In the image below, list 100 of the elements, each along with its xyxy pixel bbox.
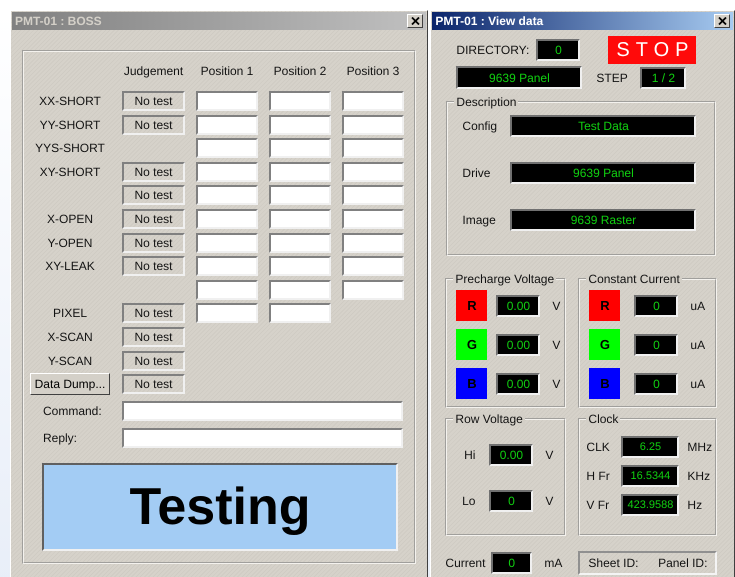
position-field[interactable]	[196, 114, 258, 135]
field-label: Hi	[463, 448, 476, 462]
judgement-cell: No test	[122, 350, 185, 371]
judgement-cell: No test	[122, 326, 185, 347]
color-channel-swatch: B	[589, 368, 620, 399]
window-title: PMT-01 : BOSS	[15, 14, 102, 28]
value-display: 0	[489, 490, 534, 512]
position-field[interactable]	[269, 280, 331, 300]
row-label: Y-OPEN	[48, 236, 92, 250]
unit-label: KHz	[687, 469, 710, 483]
column-header: Position 1	[200, 64, 254, 78]
reply-field[interactable]	[122, 428, 403, 448]
close-button[interactable]	[714, 14, 730, 28]
value-display: 423.9588	[621, 494, 680, 516]
field-label: Lo	[461, 494, 476, 508]
position-field[interactable]	[342, 162, 404, 182]
position-field[interactable]	[342, 185, 404, 206]
position-field[interactable]	[196, 256, 258, 276]
color-channel-swatch: R	[589, 290, 620, 321]
position-field[interactable]	[269, 303, 331, 324]
position-field[interactable]	[196, 138, 258, 158]
value-display: 0	[634, 372, 678, 394]
current-value: 0	[491, 552, 532, 574]
position-field[interactable]	[269, 208, 331, 229]
value-display: 0.00	[496, 334, 540, 356]
command-field[interactable]	[122, 401, 403, 422]
id-label: Panel ID:	[658, 556, 708, 570]
group-title: Clock	[586, 412, 620, 426]
field-label: Drive	[461, 166, 492, 180]
position-field[interactable]	[196, 185, 258, 206]
position-field[interactable]	[342, 91, 404, 111]
judgement-cell: No test	[122, 232, 185, 253]
row-label: PIXEL	[52, 306, 88, 320]
current-label: Current	[445, 556, 486, 570]
row-label: XX-SHORT	[39, 94, 101, 108]
position-field[interactable]	[196, 208, 258, 229]
row-label: XY-SHORT	[40, 164, 100, 179]
unit-label: mA	[544, 556, 562, 570]
row-label: Y-SCAN	[48, 354, 92, 368]
judgement-cell: No test	[122, 374, 185, 394]
position-field[interactable]	[342, 232, 404, 253]
value-display: 6.25	[621, 436, 680, 458]
step-value: 1 / 2	[640, 66, 686, 88]
position-field[interactable]	[196, 303, 258, 324]
unit-label: V	[552, 298, 560, 312]
row-label: X-SCAN	[47, 330, 93, 344]
column-header: Judgement	[122, 64, 184, 78]
row-label: YY-SHORT	[40, 118, 100, 132]
unit-label: uA	[690, 338, 706, 352]
color-channel-swatch: R	[456, 290, 488, 321]
group-title: Description	[454, 95, 518, 109]
row-label: X-OPEN	[46, 212, 93, 226]
command-label: Command:	[42, 404, 103, 418]
column-header: Position 3	[346, 64, 400, 78]
position-field[interactable]	[342, 256, 404, 276]
unit-label: uA	[690, 376, 706, 390]
window-title: PMT-01 : View data	[435, 14, 544, 28]
group-title: Precharge Voltage	[453, 272, 556, 286]
row-label: XY-LEAK	[45, 259, 95, 274]
position-field[interactable]	[269, 114, 331, 135]
stop-button[interactable]: STOP	[608, 36, 696, 64]
position-field[interactable]	[342, 280, 404, 300]
position-field[interactable]	[269, 138, 331, 158]
position-field[interactable]	[342, 114, 404, 135]
close-button[interactable]	[407, 14, 424, 28]
row-label: YYS-SHORT	[35, 141, 105, 156]
color-channel-swatch: G	[456, 329, 488, 360]
field-label: H Fr	[585, 469, 611, 483]
position-field[interactable]	[269, 162, 331, 182]
value-display: 0.00	[496, 294, 540, 316]
status-display: Testing	[42, 463, 398, 552]
judgement-cell: No test	[122, 162, 185, 182]
judgement-cell: No test	[122, 256, 185, 276]
field-label: CLK	[585, 440, 611, 454]
unit-label: V	[552, 376, 560, 390]
position-field[interactable]	[196, 91, 258, 111]
color-channel-swatch: G	[589, 329, 620, 360]
panel-name-display: 9639 Panel	[456, 66, 582, 89]
data-dump-button[interactable]: Data Dump...	[30, 373, 110, 396]
field-label: V Fr	[585, 498, 610, 512]
judgement-cell: No test	[122, 114, 185, 135]
reply-label: Reply:	[42, 431, 78, 446]
step-label: STEP	[596, 70, 629, 84]
close-icon	[410, 17, 420, 25]
position-field[interactable]	[342, 208, 404, 229]
position-field[interactable]	[269, 185, 331, 206]
position-field[interactable]	[269, 232, 331, 253]
value-display: Test Data	[510, 115, 696, 137]
value-display: 0.00	[489, 444, 534, 466]
position-field[interactable]	[342, 138, 404, 158]
position-field[interactable]	[269, 256, 331, 276]
position-field[interactable]	[196, 280, 258, 300]
judgement-cell: No test	[122, 91, 185, 111]
position-field[interactable]	[196, 232, 258, 253]
column-header: Position 2	[272, 64, 328, 78]
directory-value: 0	[536, 39, 580, 61]
position-field[interactable]	[269, 91, 331, 111]
position-field[interactable]	[196, 162, 258, 182]
judgement-cell: No test	[122, 208, 185, 229]
unit-label: MHz	[687, 440, 712, 454]
